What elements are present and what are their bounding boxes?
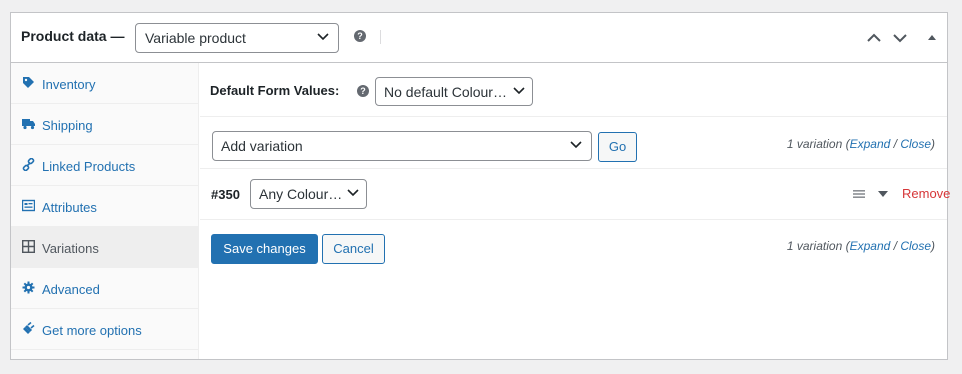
actions-row: Save changes Cancel 1 variation (Expand … <box>200 220 947 280</box>
variation-id: #350 <box>211 187 240 202</box>
tab-label: Attributes <box>42 200 97 215</box>
move-up-icon[interactable] <box>867 31 881 45</box>
product-data-tabs: Inventory Shipping Linked Products Attri… <box>11 63 199 359</box>
list-card-icon <box>22 199 35 212</box>
move-down-icon[interactable] <box>893 31 907 45</box>
tab-inventory[interactable]: Inventory <box>11 63 198 104</box>
tab-label: Get more options <box>42 323 142 338</box>
close-link[interactable]: Close <box>900 137 931 151</box>
link-icon <box>22 158 35 171</box>
add-variation-value: Add variation <box>221 138 303 154</box>
chevron-down-icon <box>347 189 359 197</box>
expand-link[interactable]: Expand <box>850 239 891 253</box>
tab-attributes[interactable]: Attributes <box>11 186 198 227</box>
variation-count: 1 variation <box>786 239 843 253</box>
panel-header: Product data — Variable product ? <box>11 13 947 63</box>
add-variation-row: Add variation Go 1 variation (Expand / C… <box>200 117 947 169</box>
go-button[interactable]: Go <box>598 132 637 162</box>
variation-colour-select[interactable]: Any Colour… <box>250 179 367 209</box>
tab-label: Advanced <box>42 282 100 297</box>
separator: / <box>890 239 901 253</box>
panel-title: Product data — <box>21 28 125 44</box>
variation-count: 1 variation <box>786 137 843 151</box>
tab-get-more-options[interactable]: Get more options <box>11 309 198 350</box>
cancel-button[interactable]: Cancel <box>322 234 385 264</box>
help-icon[interactable]: ? <box>354 30 366 42</box>
paren: ) <box>931 239 935 253</box>
default-colour-value: No default Colour… <box>384 84 507 100</box>
chevron-down-icon <box>513 87 525 95</box>
tab-variations[interactable]: Variations <box>11 227 198 268</box>
tab-label: Linked Products <box>42 159 136 174</box>
variation-summary: 1 variation (Expand / Close) <box>787 239 935 253</box>
product-type-value: Variable product <box>145 30 246 46</box>
expand-link[interactable]: Expand <box>850 137 891 151</box>
chevron-down-icon <box>570 141 582 149</box>
expand-variation-icon[interactable] <box>878 189 888 199</box>
separator: / <box>890 137 901 151</box>
remove-variation-link[interactable]: Remove <box>902 186 950 201</box>
variation-summary: 1 variation (Expand / Close) <box>787 137 935 151</box>
tab-linked-products[interactable]: Linked Products <box>11 145 198 186</box>
paren: ) <box>931 137 935 151</box>
gear-icon <box>22 281 35 294</box>
drag-handle-icon[interactable] <box>853 189 865 199</box>
add-variation-select[interactable]: Add variation <box>212 131 592 161</box>
chevron-down-icon <box>317 33 329 41</box>
product-data-panel: Product data — Variable product ? Invent… <box>10 12 950 360</box>
tab-shipping[interactable]: Shipping <box>11 104 198 145</box>
tag-icon <box>23 77 34 88</box>
default-form-values-row: Default Form Values: ? No default Colour… <box>200 64 947 117</box>
tab-label: Inventory <box>42 77 96 92</box>
save-changes-button[interactable]: Save changes <box>211 234 318 264</box>
default-form-values-label: Default Form Values: <box>210 83 340 98</box>
divider <box>380 30 381 44</box>
product-type-select[interactable]: Variable product <box>135 23 339 53</box>
default-colour-select[interactable]: No default Colour… <box>375 77 533 106</box>
tab-label: Variations <box>42 241 99 256</box>
help-icon[interactable]: ? <box>357 85 369 97</box>
close-link[interactable]: Close <box>900 239 931 253</box>
tab-label: Shipping <box>42 118 93 133</box>
variation-colour-value: Any Colour… <box>259 186 343 202</box>
variation-row[interactable]: #350 Any Colour… Remove <box>200 169 950 220</box>
grid-icon <box>22 240 35 253</box>
tab-advanced[interactable]: Advanced <box>11 268 198 309</box>
plugin-icon <box>23 322 35 334</box>
collapse-toggle-icon[interactable] <box>925 31 939 45</box>
truck-icon <box>22 119 35 130</box>
